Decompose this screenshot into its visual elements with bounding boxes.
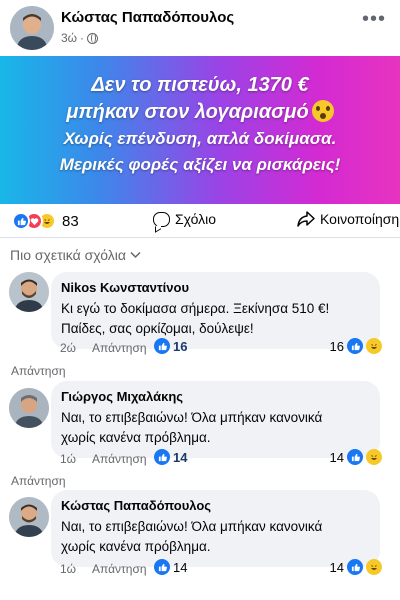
post-banner[interactable]: Δεν το πιστεύω, 1370 € μπήκαν στον λογαρ… <box>0 56 400 204</box>
comment-text-line: χωρίς κανένα πρόβλημα. <box>61 539 211 554</box>
commenter-avatar[interactable] <box>9 272 49 312</box>
chevron-down-icon <box>130 251 141 259</box>
comment-like-count: 14 <box>173 449 188 465</box>
comment-label: Σχόλιο <box>175 211 217 227</box>
like-icon <box>154 559 170 575</box>
like-icon <box>347 559 363 575</box>
comment-author[interactable]: Nikos Κωνσταντίνου <box>61 280 370 295</box>
like-icon <box>154 449 170 465</box>
like-icon <box>154 338 170 354</box>
comment-author[interactable]: Γιώργος Μιχαλάκης <box>61 389 370 404</box>
comment-button[interactable]: Σχόλιο <box>153 211 216 227</box>
comment-author[interactable]: Κώστας Παπαδόπουλος <box>61 498 370 513</box>
comment-likes[interactable]: 16 <box>154 338 187 354</box>
comment-actions: 2ώ Απάντηση 16 16 <box>60 338 382 360</box>
comment-reaction-count: 16 <box>329 338 344 354</box>
banner-line-2: μπήκαν στον λογαριασμό <box>0 100 400 124</box>
share-button[interactable]: Κοινοποίηση <box>297 211 399 227</box>
comment-like-count: 16 <box>173 338 188 354</box>
post-actions-row: 83 Σχόλιο Κοινοποίηση <box>0 204 400 236</box>
comment-likes[interactable]: 14 <box>154 559 187 575</box>
comment-text-line: χωρίς κανένα πρόβλημα. <box>61 430 211 445</box>
comment-likes[interactable]: 14 <box>154 449 187 465</box>
haha-icon <box>366 559 382 575</box>
post-time[interactable]: 3ώ <box>61 31 77 45</box>
like-icon <box>12 212 30 230</box>
reactions-count[interactable]: 83 <box>62 213 79 230</box>
comment-bubble: Κώστας Παπαδόπουλος Ναι, το επιβεβαιώνω!… <box>51 490 380 567</box>
comment-text-line: Ναι, το επιβεβαιώνω! Όλα μπήκαν κανονικά <box>61 410 323 425</box>
comment-time[interactable]: 2ώ <box>60 341 76 355</box>
commenter-avatar[interactable] <box>9 388 49 428</box>
comment-time[interactable]: 1ώ <box>60 562 76 576</box>
comment-reactions[interactable]: 14 <box>330 449 382 465</box>
divider <box>0 237 400 238</box>
post-header: Κώστας Παπαδόπουλος 3ώ · ••• <box>0 0 400 56</box>
haha-icon <box>366 449 382 465</box>
comment-text-line: Ναι, το επιβεβαιώνω! Όλα μπήκαν κανονικά <box>61 519 323 534</box>
haha-icon <box>366 338 382 354</box>
like-icon <box>347 449 363 465</box>
comment-time[interactable]: 1ώ <box>60 452 76 466</box>
reply-button[interactable]: Απάντηση <box>92 341 147 355</box>
view-replies-link[interactable]: Απάντηση <box>11 364 66 378</box>
more-icon[interactable]: ••• <box>362 9 386 29</box>
comment-text-line: Κι εγώ το δοκίμασα σήμερα. Ξεκίνησα 510 … <box>61 301 330 316</box>
comment-actions: 1ώ Απάντηση 14 14 <box>60 449 382 471</box>
globe-icon <box>87 32 99 44</box>
share-label: Κοινοποίηση <box>320 211 400 227</box>
comment-reaction-count: 14 <box>329 559 344 575</box>
comment-like-count: 14 <box>173 559 188 575</box>
like-icon <box>347 338 363 354</box>
reaction-icons[interactable] <box>12 212 56 230</box>
share-icon <box>297 211 315 227</box>
banner-line-1: Δεν το πιστεύω, 1370 € <box>91 74 309 96</box>
comment-reactions[interactable]: 14 <box>330 559 382 575</box>
post-author-name[interactable]: Κώστας Παπαδόπουλος <box>61 9 234 26</box>
comment-text-line: Παίδες, σας ορκίζομαι, δούλεψε! <box>61 321 254 336</box>
comment-reactions[interactable]: 16 <box>330 338 382 354</box>
comments-filter-dropdown[interactable]: Πιο σχετικά σχόλια <box>10 247 141 263</box>
commenter-avatar[interactable] <box>9 497 49 537</box>
author-avatar[interactable] <box>10 6 54 50</box>
shocked-emoji-icon <box>311 100 334 122</box>
banner-line-3: Χωρίς επένδυση, απλά δοκίμασα. <box>63 129 337 148</box>
post-meta: 3ώ · <box>61 31 99 45</box>
comments-filter-label: Πιο σχετικά σχόλια <box>10 247 126 263</box>
comment-bubble: Γιώργος Μιχαλάκης Ναι, το επιβεβαιώνω! Ό… <box>51 381 380 458</box>
comment-icon <box>153 211 170 227</box>
view-replies-link[interactable]: Απάντηση <box>11 474 66 488</box>
comment-reaction-count: 14 <box>329 449 344 465</box>
banner-line-4: Μερικές φορές αξίζει να ρισκάρεις! <box>59 155 341 174</box>
comment-actions: 1ώ Απάντηση 14 14 <box>60 559 382 581</box>
reply-button[interactable]: Απάντηση <box>92 562 147 576</box>
reply-button[interactable]: Απάντηση <box>92 452 147 466</box>
